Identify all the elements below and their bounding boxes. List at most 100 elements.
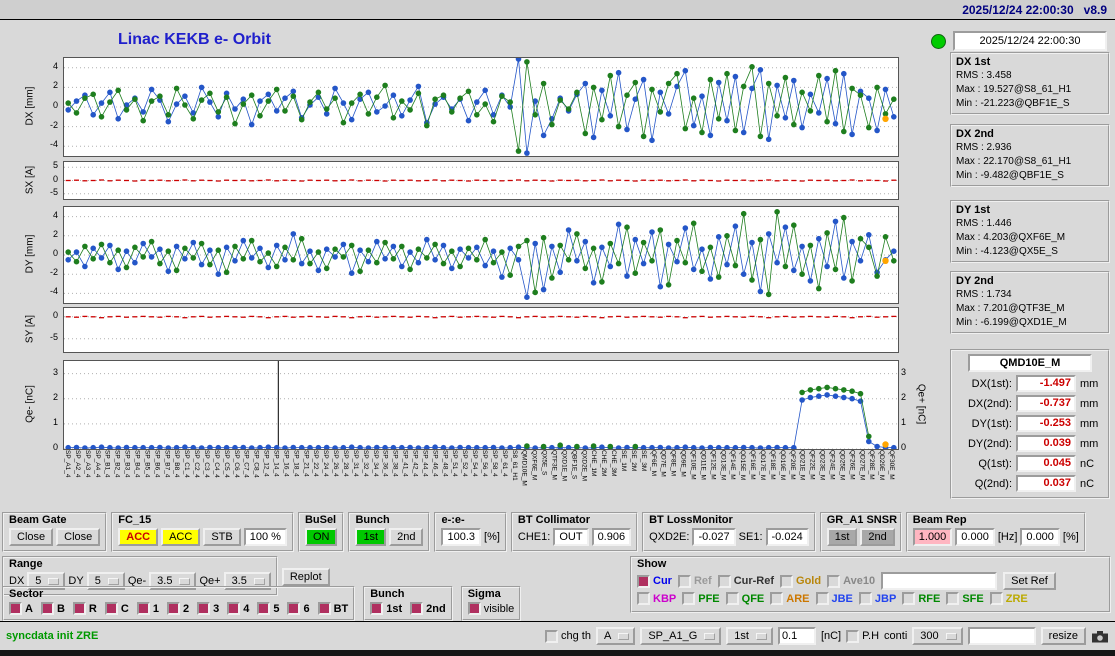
x-tick-label: SP_C4_4	[213, 450, 220, 478]
checkbox-pfe[interactable]: PFE	[682, 592, 719, 605]
checkbox-1st[interactable]: 1st	[370, 602, 402, 615]
set-ref-button[interactable]: Set Ref	[1003, 572, 1056, 590]
checkbox-jbe[interactable]: JBE	[816, 592, 853, 605]
fc15-acc-2-button[interactable]: ACC	[161, 528, 200, 546]
checkbox-sfe[interactable]: SFE	[946, 592, 983, 605]
checkbox-label: SFE	[962, 593, 983, 605]
rate-dropdown[interactable]: 300	[912, 627, 962, 645]
ref-entry-input[interactable]	[881, 572, 997, 590]
checkbox-c[interactable]: C	[105, 602, 129, 615]
group-title: Range	[9, 559, 43, 570]
x-tick-label: QMD10E_M	[521, 450, 528, 486]
monitor-row-unit: nC	[1080, 478, 1094, 490]
group-title: Show	[637, 559, 666, 570]
dy-1st-stats-panel: DY 1st RMS : 1.446 Max : 4.203@QXF6E_M M…	[950, 200, 1110, 263]
checkbox-indicator	[545, 630, 558, 643]
checkbox-indicator	[410, 602, 423, 615]
fc15-acc-1-button[interactable]: ACC	[118, 528, 158, 546]
bpm-select-dropdown[interactable]: SP_A1_G	[640, 627, 721, 645]
sigma-items: visible	[468, 602, 515, 615]
monitor-row-label: DX(2nd):	[956, 398, 1012, 410]
sx-axis-label: SX [A]	[25, 165, 36, 193]
x-tick-label: QF26E_M	[848, 450, 855, 480]
x-tick-label: SP_B7_4	[163, 450, 170, 477]
bt-collimator-group: BT Collimator CHE1: OUT 0.906	[511, 512, 638, 552]
x-tick-label: SP_61_4	[501, 450, 508, 477]
status-indicator-lamp	[931, 34, 946, 49]
bunch-select-dropdown[interactable]: 1st	[726, 627, 773, 645]
sector-select-dropdown[interactable]: A	[596, 627, 635, 645]
x-tick-label: SE_2M	[630, 450, 637, 471]
screenshot-camera-button[interactable]	[1091, 630, 1109, 643]
y-tick-label: 0	[36, 442, 58, 452]
stats-title: DY 2nd	[956, 275, 1104, 288]
checkbox-rfe[interactable]: RFE	[902, 592, 940, 605]
dx-1st-stats-panel: DX 1st RMS : 3.458 Max : 19.527@S8_61_H1…	[950, 52, 1110, 115]
snsr-1st-button[interactable]: 1st	[827, 528, 858, 546]
checkbox-2nd[interactable]: 2nd	[410, 602, 446, 615]
x-tick-label: QX5E_S	[541, 450, 548, 475]
checkbox-label: 3	[213, 603, 219, 615]
checkbox-a[interactable]: A	[9, 602, 33, 615]
checkbox-r[interactable]: R	[73, 602, 97, 615]
y-tick-label: 3	[901, 367, 923, 377]
checkbox-cur-ref[interactable]: Cur-Ref	[718, 575, 774, 588]
x-tick-label: QF22E_M	[809, 450, 816, 480]
checkbox-2[interactable]: 2	[167, 602, 189, 615]
x-tick-label: SP_C3_4	[203, 450, 210, 478]
beam-gate-close-1-button[interactable]: Close	[9, 528, 53, 546]
checkbox-bt[interactable]: BT	[318, 602, 349, 615]
checkbox-jbp[interactable]: JBP	[859, 592, 896, 605]
checkbox-4[interactable]: 4	[227, 602, 249, 615]
free-entry-input[interactable]	[968, 627, 1036, 645]
checkbox-are[interactable]: ARE	[770, 592, 809, 605]
sector-select-value: A	[604, 630, 611, 642]
ee-ratio-group: e-:e- 100.3 [%]	[434, 512, 506, 552]
checkbox-kbp[interactable]: KBP	[637, 592, 676, 605]
camera-icon	[1091, 630, 1109, 643]
checkbox-gold[interactable]: Gold	[780, 575, 821, 588]
checkbox-label: JBE	[832, 593, 853, 605]
checkbox-1[interactable]: 1	[137, 602, 159, 615]
checkbox-6[interactable]: 6	[287, 602, 309, 615]
bunch-2nd-button[interactable]: 2nd	[389, 528, 423, 546]
group-title: Bunch	[370, 589, 404, 600]
replot-button[interactable]: Replot	[282, 568, 330, 586]
checkbox-5[interactable]: 5	[257, 602, 279, 615]
beam-rep-pct-unit: [%]	[1063, 531, 1079, 543]
busel-group: BuSel ON	[298, 512, 345, 552]
chg-th-checkbox[interactable]: chg th	[545, 630, 591, 643]
checkbox-ave10[interactable]: Ave10	[827, 575, 875, 588]
checkbox-label: ZRE	[1006, 593, 1028, 605]
monitor-row-label: DY(1st):	[956, 418, 1012, 430]
checkbox-label: 2	[183, 603, 189, 615]
checkbox-zre[interactable]: ZRE	[990, 592, 1028, 605]
checkbox-indicator	[726, 592, 739, 605]
checkbox-indicator	[41, 602, 54, 615]
checkbox-visible[interactable]: visible	[468, 602, 515, 615]
fc15-group: FC_15 ACC ACC STB 100 %	[111, 512, 294, 552]
checkbox-ref[interactable]: Ref	[678, 575, 712, 588]
x-tick-label: SP_44_4	[421, 450, 428, 477]
fc15-stb-button[interactable]: STB	[203, 528, 240, 546]
bpm-select-value: SP_A1_G	[648, 630, 697, 642]
monitor-row-unit: mm	[1080, 438, 1098, 450]
checkbox-3[interactable]: 3	[197, 602, 219, 615]
beam-rep-value-2: 0.000	[955, 528, 995, 546]
checkbox-qfe[interactable]: QFE	[726, 592, 765, 605]
x-tick-label: SP_B8_4	[173, 450, 180, 477]
dropdown-indicator-icon	[48, 578, 59, 585]
dy-axis-label: DY [mm]	[25, 235, 36, 274]
ph-checkbox[interactable]: P.H	[846, 630, 879, 643]
bunch-1st-button[interactable]: 1st	[355, 528, 386, 546]
resize-button[interactable]: resize	[1041, 627, 1086, 645]
x-tick-label: SP_42_4	[412, 450, 419, 477]
checkbox-indicator	[227, 602, 240, 615]
beam-gate-close-2-button[interactable]: Close	[56, 528, 100, 546]
snsr-2nd-button[interactable]: 2nd	[860, 528, 894, 546]
checkbox-b[interactable]: B	[41, 602, 65, 615]
busel-on-button[interactable]: ON	[305, 528, 338, 546]
threshold-input[interactable]	[778, 627, 816, 645]
checkbox-cur[interactable]: Cur	[637, 575, 672, 588]
ee-ratio-unit: [%]	[484, 531, 500, 543]
